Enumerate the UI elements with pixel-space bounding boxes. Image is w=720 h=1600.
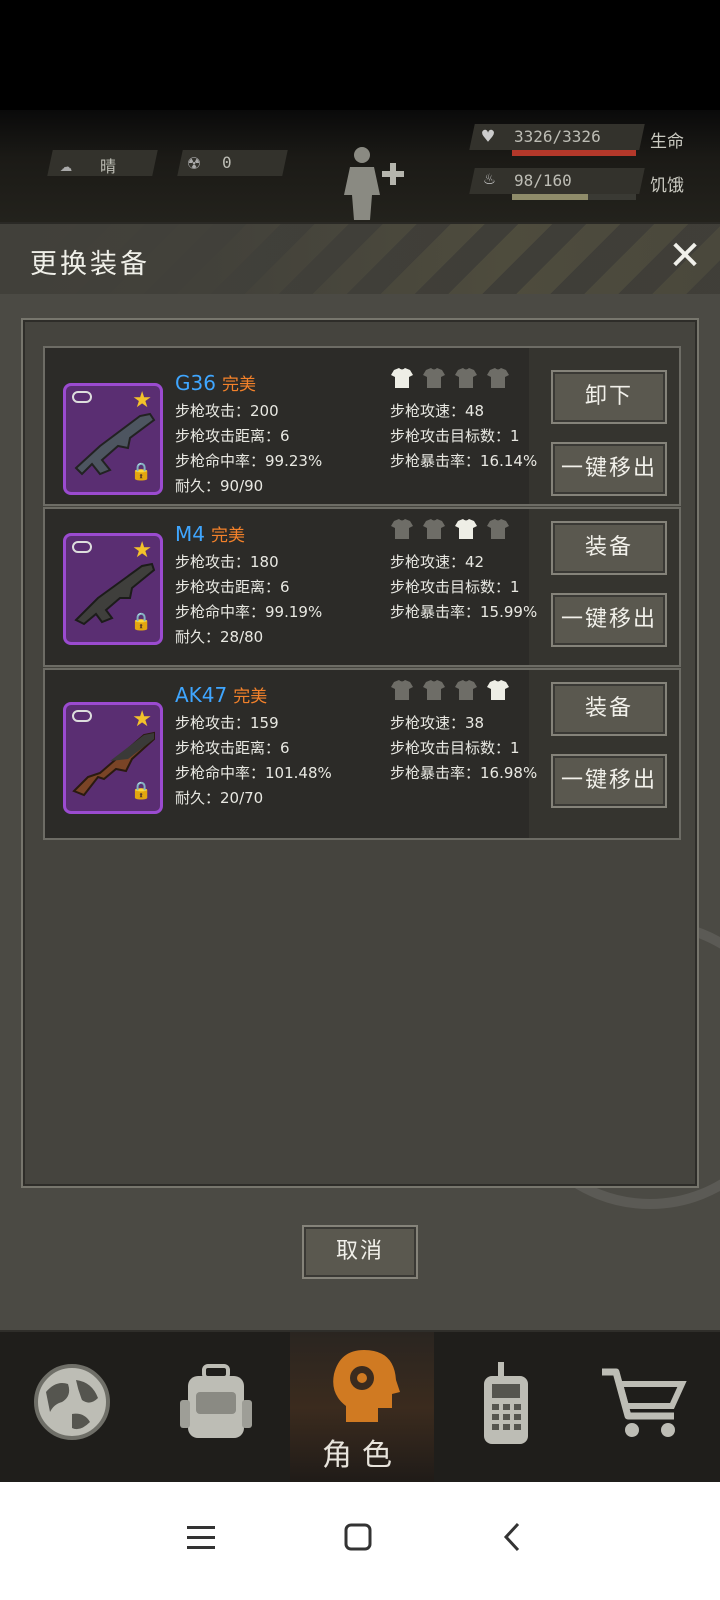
stat-speed: 步枪攻速：42 — [390, 553, 485, 571]
shirt-icon — [455, 519, 477, 539]
remove-button[interactable]: 一键移出 — [551, 754, 667, 808]
backpack-icon — [180, 1364, 252, 1438]
change-equipment-dialog: 更换装备 ✕ ★ 🔒 ◆◆◆ — [0, 222, 720, 1340]
shirt-icon — [391, 680, 413, 700]
list-item: ★ 🔒 ◆◆◆ G36完美 步枪攻击：200 步枪攻击距离：6 步枪命中率：99… — [43, 346, 681, 506]
bottom-tab-bar: 角色 — [0, 1330, 720, 1484]
hunger-label: 饥饿 — [650, 176, 684, 196]
lock-icon: 🔒 — [130, 612, 152, 632]
hp-bar — [512, 150, 636, 156]
remove-button[interactable]: 一键移出 — [551, 593, 667, 647]
cancel-button[interactable]: 取消 — [302, 1225, 418, 1279]
heart-icon: ♥ — [482, 124, 495, 148]
shirt-icon — [423, 680, 445, 700]
shirt-icon — [423, 368, 445, 388]
stat-targets: 步枪攻击目标数：1 — [390, 578, 520, 596]
stat-targets: 步枪攻击目标数：1 — [390, 427, 520, 445]
lock-icon: 🔒 — [130, 462, 152, 482]
tab-shop[interactable] — [576, 1332, 720, 1484]
hp-label: 生命 — [650, 132, 684, 152]
stat-crit: 步枪暴击率：15.99% — [390, 603, 538, 621]
back-icon[interactable] — [488, 1512, 538, 1562]
weather-text: 晴 — [100, 157, 117, 176]
shirt-icon — [391, 519, 413, 539]
head-gear-icon — [333, 1350, 400, 1422]
dialog-title: 更换装备 — [30, 249, 150, 280]
stomach-icon: ♨ — [484, 168, 495, 189]
system-nav-bar — [0, 1482, 720, 1600]
list-item: ★ 🔒 M4 完美 步枪攻击：180 步枪攻击距离：6 步枪命中率：99.19% … — [43, 507, 681, 667]
weapon-slot[interactable]: ★ 🔒 ◆◆◆ — [63, 383, 163, 495]
weapon-name: AK47 完美 — [175, 683, 268, 707]
link-icon — [72, 541, 92, 553]
radio-icon — [484, 1362, 528, 1444]
radiation-value: 0 — [222, 153, 232, 172]
equipment-list: ★ 🔒 ◆◆◆ G36完美 步枪攻击：200 步枪攻击距离：6 步枪命中率：99… — [21, 318, 699, 1188]
stat-range: 步枪攻击距离：6 — [175, 739, 290, 757]
shirt-icon — [391, 368, 413, 388]
cart-icon — [602, 1368, 687, 1437]
remove-button[interactable]: 一键移出 — [551, 442, 667, 496]
hp-value: 3326/3326 — [514, 127, 601, 146]
stat-range: 步枪攻击距离：6 — [175, 578, 290, 596]
stat-durability: 耐久：28/80 — [175, 628, 264, 646]
globe-icon — [34, 1364, 110, 1440]
stat-range: 步枪攻击距离：6 — [175, 427, 290, 445]
unequip-button[interactable]: 卸下 — [551, 370, 667, 424]
equip-button[interactable]: 装备 — [551, 521, 667, 575]
stat-attack: 步枪攻击：200 — [175, 402, 279, 420]
weapon-slot[interactable]: ★ 🔒 — [63, 533, 163, 645]
link-icon — [72, 710, 92, 722]
shirt-icon — [487, 680, 509, 700]
stat-speed: 步枪攻速：38 — [390, 714, 485, 732]
stat-crit: 步枪暴击率：16.14% — [390, 452, 538, 470]
home-icon[interactable] — [333, 1512, 383, 1562]
stat-attack: 步枪攻击：180 — [175, 553, 279, 571]
shirt-icon — [455, 368, 477, 388]
hunger-value: 98/160 — [514, 171, 572, 190]
tab-backpack[interactable] — [144, 1332, 288, 1484]
radiation-icon: ☢ — [188, 150, 201, 174]
weapon-name: G36 完美 — [175, 371, 256, 395]
body-heal-icon[interactable] — [340, 145, 410, 220]
stat-speed: 步枪攻速：48 — [390, 402, 485, 420]
weapon-slot[interactable]: ★ 🔒 — [63, 702, 163, 814]
shirt-icon — [487, 519, 509, 539]
tab-character-label: 角色 — [322, 1438, 402, 1473]
list-item: ★ 🔒 AK47 完美 步枪攻击：159 步枪攻击距离：6 步枪命中率：101.4… — [43, 668, 681, 840]
stat-attack: 步枪攻击：159 — [175, 714, 279, 732]
game-screen: ☁ 晴 ☢ 0 ♥ 3326/3326 生命 ♨ 98/160 饥饿 更换装备 … — [0, 0, 720, 1600]
equip-button[interactable]: 装备 — [551, 682, 667, 736]
stat-durability: 耐久：20/70 — [175, 789, 264, 807]
tab-radio[interactable] — [434, 1332, 578, 1484]
link-icon — [72, 391, 92, 403]
tab-character[interactable]: 角色 — [290, 1332, 434, 1484]
stat-hit: 步枪命中率：101.48% — [175, 764, 332, 782]
menu-icon[interactable] — [177, 1512, 227, 1562]
dialog-header: 更换装备 ✕ — [0, 224, 720, 294]
status-hud: ☁ 晴 ☢ 0 ♥ 3326/3326 生命 ♨ 98/160 饥饿 — [0, 110, 720, 230]
stat-durability: 耐久：90/90 — [175, 477, 264, 495]
weapon-name: M4 完美 — [175, 522, 245, 546]
stat-hit: 步枪命中率：99.23% — [175, 452, 323, 470]
tab-world[interactable] — [0, 1332, 144, 1484]
shirt-icon — [487, 368, 509, 388]
weather-icon: ☁ — [60, 152, 73, 176]
stat-targets: 步枪攻击目标数：1 — [390, 739, 520, 757]
stat-crit: 步枪暴击率：16.98% — [390, 764, 538, 782]
stat-hit: 步枪命中率：99.19% — [175, 603, 323, 621]
shirt-icon — [455, 680, 477, 700]
close-icon[interactable]: ✕ — [664, 236, 706, 278]
lock-icon: 🔒 — [130, 781, 152, 801]
hunger-bar — [512, 194, 636, 200]
shirt-icon — [423, 519, 445, 539]
